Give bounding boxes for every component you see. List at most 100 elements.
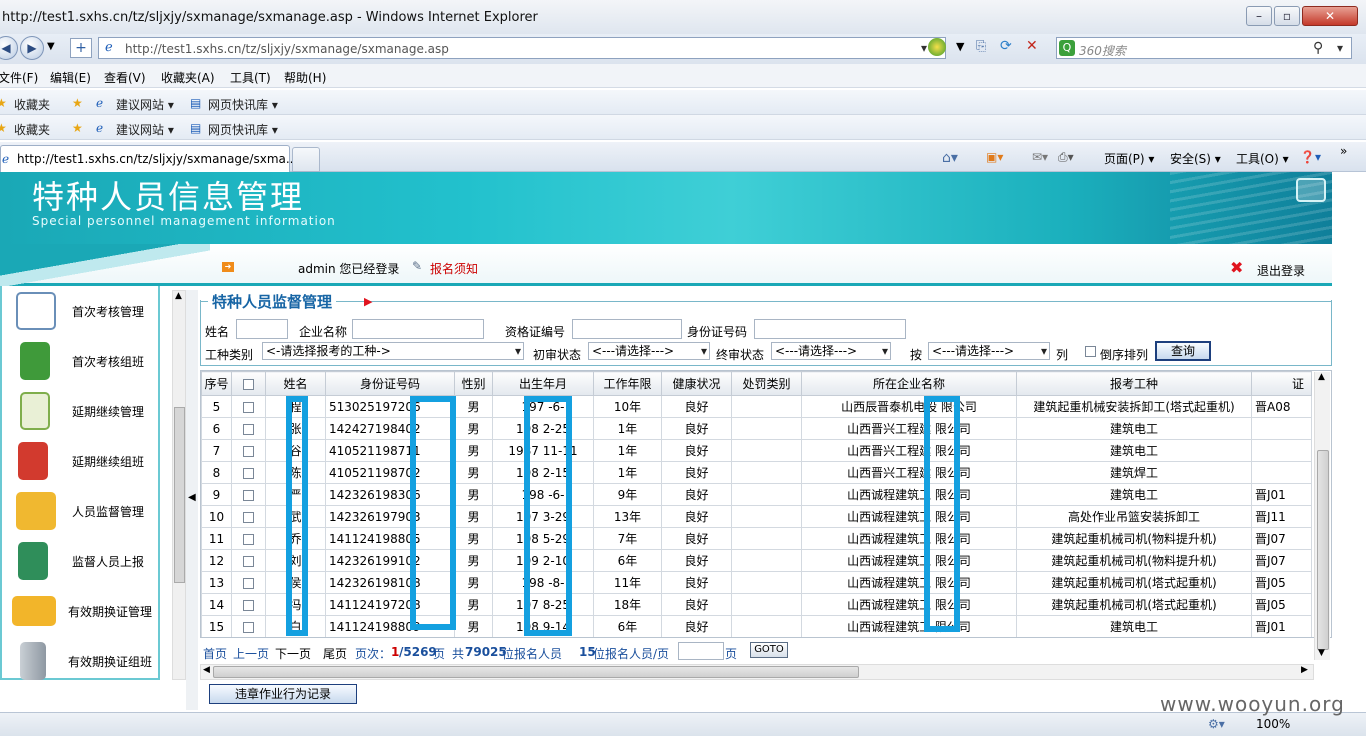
work-type-select[interactable]: <-请选择报考的工种-> [262, 342, 524, 360]
row-checkbox[interactable] [243, 533, 254, 545]
reverse-sort-checkbox[interactable] [1085, 346, 1096, 357]
tools-menu[interactable]: 工具(O) ▾ [1236, 150, 1289, 167]
sidebar-item-first-exam-class[interactable]: 首次考核组班 [2, 336, 158, 386]
menu-view[interactable]: 查看(V) [104, 69, 146, 86]
select-all-checkbox[interactable] [243, 378, 254, 390]
table-horizontal-scrollbar[interactable]: ◀ ▶ [200, 664, 1314, 680]
row-checkbox[interactable] [243, 489, 254, 501]
protected-mode-icon[interactable]: ⚙▾ [1208, 717, 1225, 731]
go-dropdown-icon[interactable]: ▾ [921, 41, 927, 55]
pager-prev[interactable]: 上一页 [233, 645, 269, 662]
minimize-button[interactable]: – [1246, 6, 1272, 26]
scroll-right-icon[interactable]: ▶ [1301, 665, 1308, 675]
search-input[interactable]: 360搜索 [1079, 42, 1126, 59]
new-tab-button[interactable] [292, 147, 320, 172]
address-bar[interactable]: ℯ http://test1.sxhs.cn/tz/sljxjy/sxmanag… [98, 37, 946, 59]
row-checkbox[interactable] [243, 599, 254, 611]
row-checkbox[interactable] [243, 445, 254, 457]
sidebar-item-personnel-supervision[interactable]: 人员监督管理 [2, 486, 158, 536]
back-button[interactable]: ◀ [0, 36, 18, 60]
security-dropdown-icon[interactable]: ▼ [956, 40, 964, 53]
help-menu[interactable]: ❓▾ [1300, 150, 1321, 164]
search-icon[interactable]: ⚲ [1313, 40, 1323, 56]
sidebar-item-first-exam-manage[interactable]: 首次考核管理 [2, 286, 158, 336]
sidebar-scrollbar[interactable]: ▲ [172, 290, 186, 680]
tab-current-page[interactable]: ℯ http://test1.sxhs.cn/tz/sljxjy/sxmanag… [0, 145, 297, 172]
goto-button[interactable]: GOTO [750, 642, 788, 658]
menu-help[interactable]: 帮助(H) [284, 69, 326, 86]
scroll-up-icon[interactable]: ▲ [1318, 372, 1325, 382]
maximize-button[interactable]: ▫ [1274, 6, 1300, 26]
row-checkbox[interactable] [243, 401, 254, 413]
sidebar-item-supervision-report[interactable]: 监督人员上报 [2, 536, 158, 586]
id-no-input[interactable] [754, 319, 906, 339]
home-icon[interactable]: ⌂▾ [942, 150, 958, 166]
refresh-icon[interactable]: ⟳ [1000, 38, 1012, 54]
goto-page-input[interactable] [678, 642, 724, 660]
table-vertical-scrollbar[interactable]: ▲ ▼ [1314, 372, 1330, 660]
row-checkbox[interactable] [243, 511, 254, 523]
zoom-level[interactable]: 100% [1256, 717, 1290, 731]
menu-edit[interactable]: 编辑(E) [50, 69, 91, 86]
scroll-left-icon[interactable]: ◀ [203, 665, 210, 675]
page-menu[interactable]: 页面(P) ▾ [1104, 150, 1154, 167]
table-scroll-thumb[interactable] [1317, 450, 1329, 650]
read-mail-icon[interactable]: ✉▾ [1032, 150, 1048, 164]
row-checkbox[interactable] [243, 467, 254, 479]
search-box[interactable]: Q 360搜索 ⚲ ▾ [1056, 37, 1352, 59]
signup-notice-link[interactable]: 报名须知 [430, 260, 478, 277]
sort-column-select[interactable]: <---请选择---> [928, 342, 1050, 360]
company-input[interactable] [352, 319, 484, 339]
logout-icon[interactable]: ✖ [1230, 258, 1243, 277]
web-slice-gallery[interactable]: 网页快讯库 ▾ [208, 96, 278, 113]
safety-menu[interactable]: 安全(S) ▾ [1170, 150, 1221, 167]
favorites-button[interactable]: 收藏夹 [14, 96, 50, 113]
name-input[interactable] [236, 319, 288, 339]
scroll-down-icon[interactable]: ▼ [1318, 648, 1325, 658]
sidebar-item-cert-renew-class[interactable]: 有效期换证组班 [2, 636, 158, 686]
stop-icon[interactable]: ✕ [1026, 38, 1038, 54]
sidebar-scroll-thumb[interactable] [174, 407, 185, 583]
row-checkbox[interactable] [243, 555, 254, 567]
print-icon[interactable]: ⎙▾ [1058, 150, 1074, 165]
scroll-up-icon[interactable]: ▲ [175, 291, 182, 301]
row-checkbox[interactable] [243, 423, 254, 435]
compat-view-icon[interactable]: ⎘ [976, 39, 986, 54]
more-commands-icon[interactable]: » [1340, 144, 1347, 158]
sidebar-item-renewal-class[interactable]: 延期继续组班 [2, 436, 158, 486]
row-checkbox[interactable] [243, 577, 254, 589]
forward-button[interactable]: ▶ [20, 36, 44, 60]
collapse-arrow-icon[interactable]: ◀ [188, 492, 196, 503]
frame-splitter[interactable]: ◀ [186, 290, 198, 710]
favorites-button[interactable]: 收藏夹 [14, 121, 50, 138]
add-favorite-icon[interactable]: ★ [72, 121, 83, 135]
violation-record-button[interactable]: 违章作业行为记录 [209, 684, 357, 704]
menu-file[interactable]: 文件(F) [0, 69, 38, 86]
web-slice-gallery[interactable]: 网页快讯库 ▾ [208, 121, 278, 138]
close-window-button[interactable]: ✕ [1302, 6, 1358, 26]
sidebar-item-renewal-manage[interactable]: 延期继续管理 [2, 386, 158, 436]
cell-job: 建筑电工 [1016, 439, 1252, 462]
final-status-select[interactable]: <---请选择---> [771, 342, 891, 360]
sidebar-item-cert-renew-manage[interactable]: 有效期换证管理 [2, 586, 158, 636]
suggested-sites[interactable]: 建议网站 ▾ [116, 121, 174, 138]
pager-first[interactable]: 首页 [203, 645, 227, 662]
menu-tools[interactable]: 工具(T) [230, 69, 271, 86]
logout-link[interactable]: 退出登录 [1257, 262, 1305, 279]
pager-next[interactable]: 下一页 [275, 645, 311, 662]
360-security-icon[interactable] [928, 38, 946, 56]
row-checkbox[interactable] [243, 621, 254, 633]
cert-no-input[interactable] [572, 319, 682, 339]
add-favorite-icon[interactable]: ★ [72, 96, 83, 110]
menu-favorites[interactable]: 收藏夹(A) [161, 69, 215, 86]
feeds-icon[interactable]: ▣▾ [986, 150, 1003, 164]
query-button[interactable]: 查询 [1155, 341, 1211, 361]
search-options-icon[interactable]: ▾ [1337, 41, 1343, 55]
initial-status-select[interactable]: <---请选择---> [588, 342, 710, 360]
suggested-sites[interactable]: 建议网站 ▾ [116, 96, 174, 113]
horizontal-scroll-thumb[interactable] [213, 666, 859, 678]
add-tab-icon[interactable]: + [70, 38, 92, 58]
history-dropdown-icon[interactable]: ▼ [47, 41, 55, 52]
address-text[interactable]: http://test1.sxhs.cn/tz/sljxjy/sxmanage/… [125, 42, 449, 56]
pager-last[interactable]: 尾页 [323, 645, 347, 662]
